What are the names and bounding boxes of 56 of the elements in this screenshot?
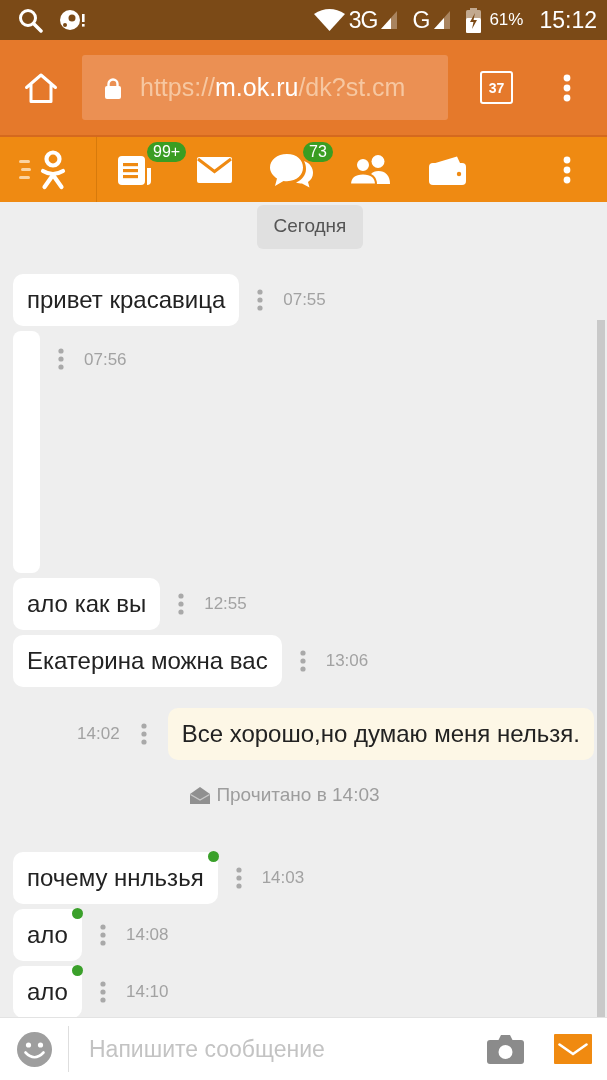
signal-icon — [380, 11, 397, 29]
message-time: 07:56 — [84, 348, 127, 371]
envelope-icon — [558, 1042, 588, 1056]
more-vert-icon[interactable] — [235, 867, 242, 889]
count-badge: 99+ — [147, 142, 187, 162]
camera-icon — [487, 1034, 524, 1064]
people-icon — [349, 154, 391, 185]
home-icon — [24, 71, 58, 104]
read-receipt-text: Прочитано в 14:03 — [216, 782, 380, 807]
emoji-button[interactable] — [17, 1031, 52, 1067]
message-time: 14:02 — [77, 722, 120, 745]
more-vert-icon[interactable] — [99, 924, 106, 946]
wallet-icon — [429, 154, 467, 185]
message-time: 12:55 — [204, 592, 247, 615]
signal-icon — [434, 11, 451, 29]
send-button[interactable] — [554, 1034, 592, 1064]
tab-count-button[interactable]: 37 — [480, 71, 513, 104]
camera-button[interactable] — [487, 1034, 524, 1064]
url-text: https://m.ok.ru/dk?st.cm — [140, 71, 406, 103]
message-input-field[interactable]: Напишите сообщение — [89, 1025, 459, 1073]
message-bubble: ало — [13, 966, 82, 1017]
message-bubble: Все хорошо,но думаю меня нельзя. — [167, 707, 594, 760]
message-time: 14:10 — [125, 981, 169, 1004]
message-bubble: привет красавица — [13, 273, 240, 326]
network-type-label: 3G — [348, 7, 378, 33]
open-envelope-icon — [190, 785, 211, 804]
more-vert-icon[interactable] — [140, 722, 147, 745]
notification-icon — [59, 8, 86, 32]
search-icon — [18, 7, 43, 33]
network-type-label: G — [412, 7, 430, 33]
message-time: 14:08 — [125, 924, 169, 947]
smiley-icon — [17, 1031, 52, 1067]
lock-icon — [104, 76, 122, 99]
more-vert-icon — [563, 73, 571, 102]
more-vert-icon — [563, 155, 571, 184]
more-vert-icon[interactable] — [299, 649, 306, 672]
more-vert-icon[interactable] — [99, 981, 106, 1003]
scrollbar-thumb[interactable] — [597, 320, 605, 1017]
wifi-icon — [313, 9, 345, 31]
message-bubble: ало как вы — [13, 577, 161, 630]
message-bubble: ало — [13, 909, 82, 961]
envelope-icon — [196, 156, 232, 183]
url-field[interactable]: https://m.ok.ru/dk?st.cm — [82, 55, 448, 120]
message-time: 14:03 — [261, 867, 305, 890]
more-vert-icon[interactable] — [257, 288, 264, 311]
battery-icon — [466, 7, 482, 33]
clock-time: 15:12 — [539, 5, 597, 35]
message-time: 07:55 — [283, 288, 326, 311]
feed-icon — [118, 153, 154, 186]
more-vert-icon[interactable] — [58, 348, 64, 371]
message-bubble: почему ннльзья — [13, 852, 218, 904]
more-vert-icon[interactable] — [178, 592, 185, 615]
count-badge: 73 — [303, 142, 333, 162]
battery-percentage: 61% — [489, 9, 524, 32]
message-bubble: Екатерина можна вас — [13, 634, 282, 687]
message-time: 13:06 — [325, 649, 369, 672]
